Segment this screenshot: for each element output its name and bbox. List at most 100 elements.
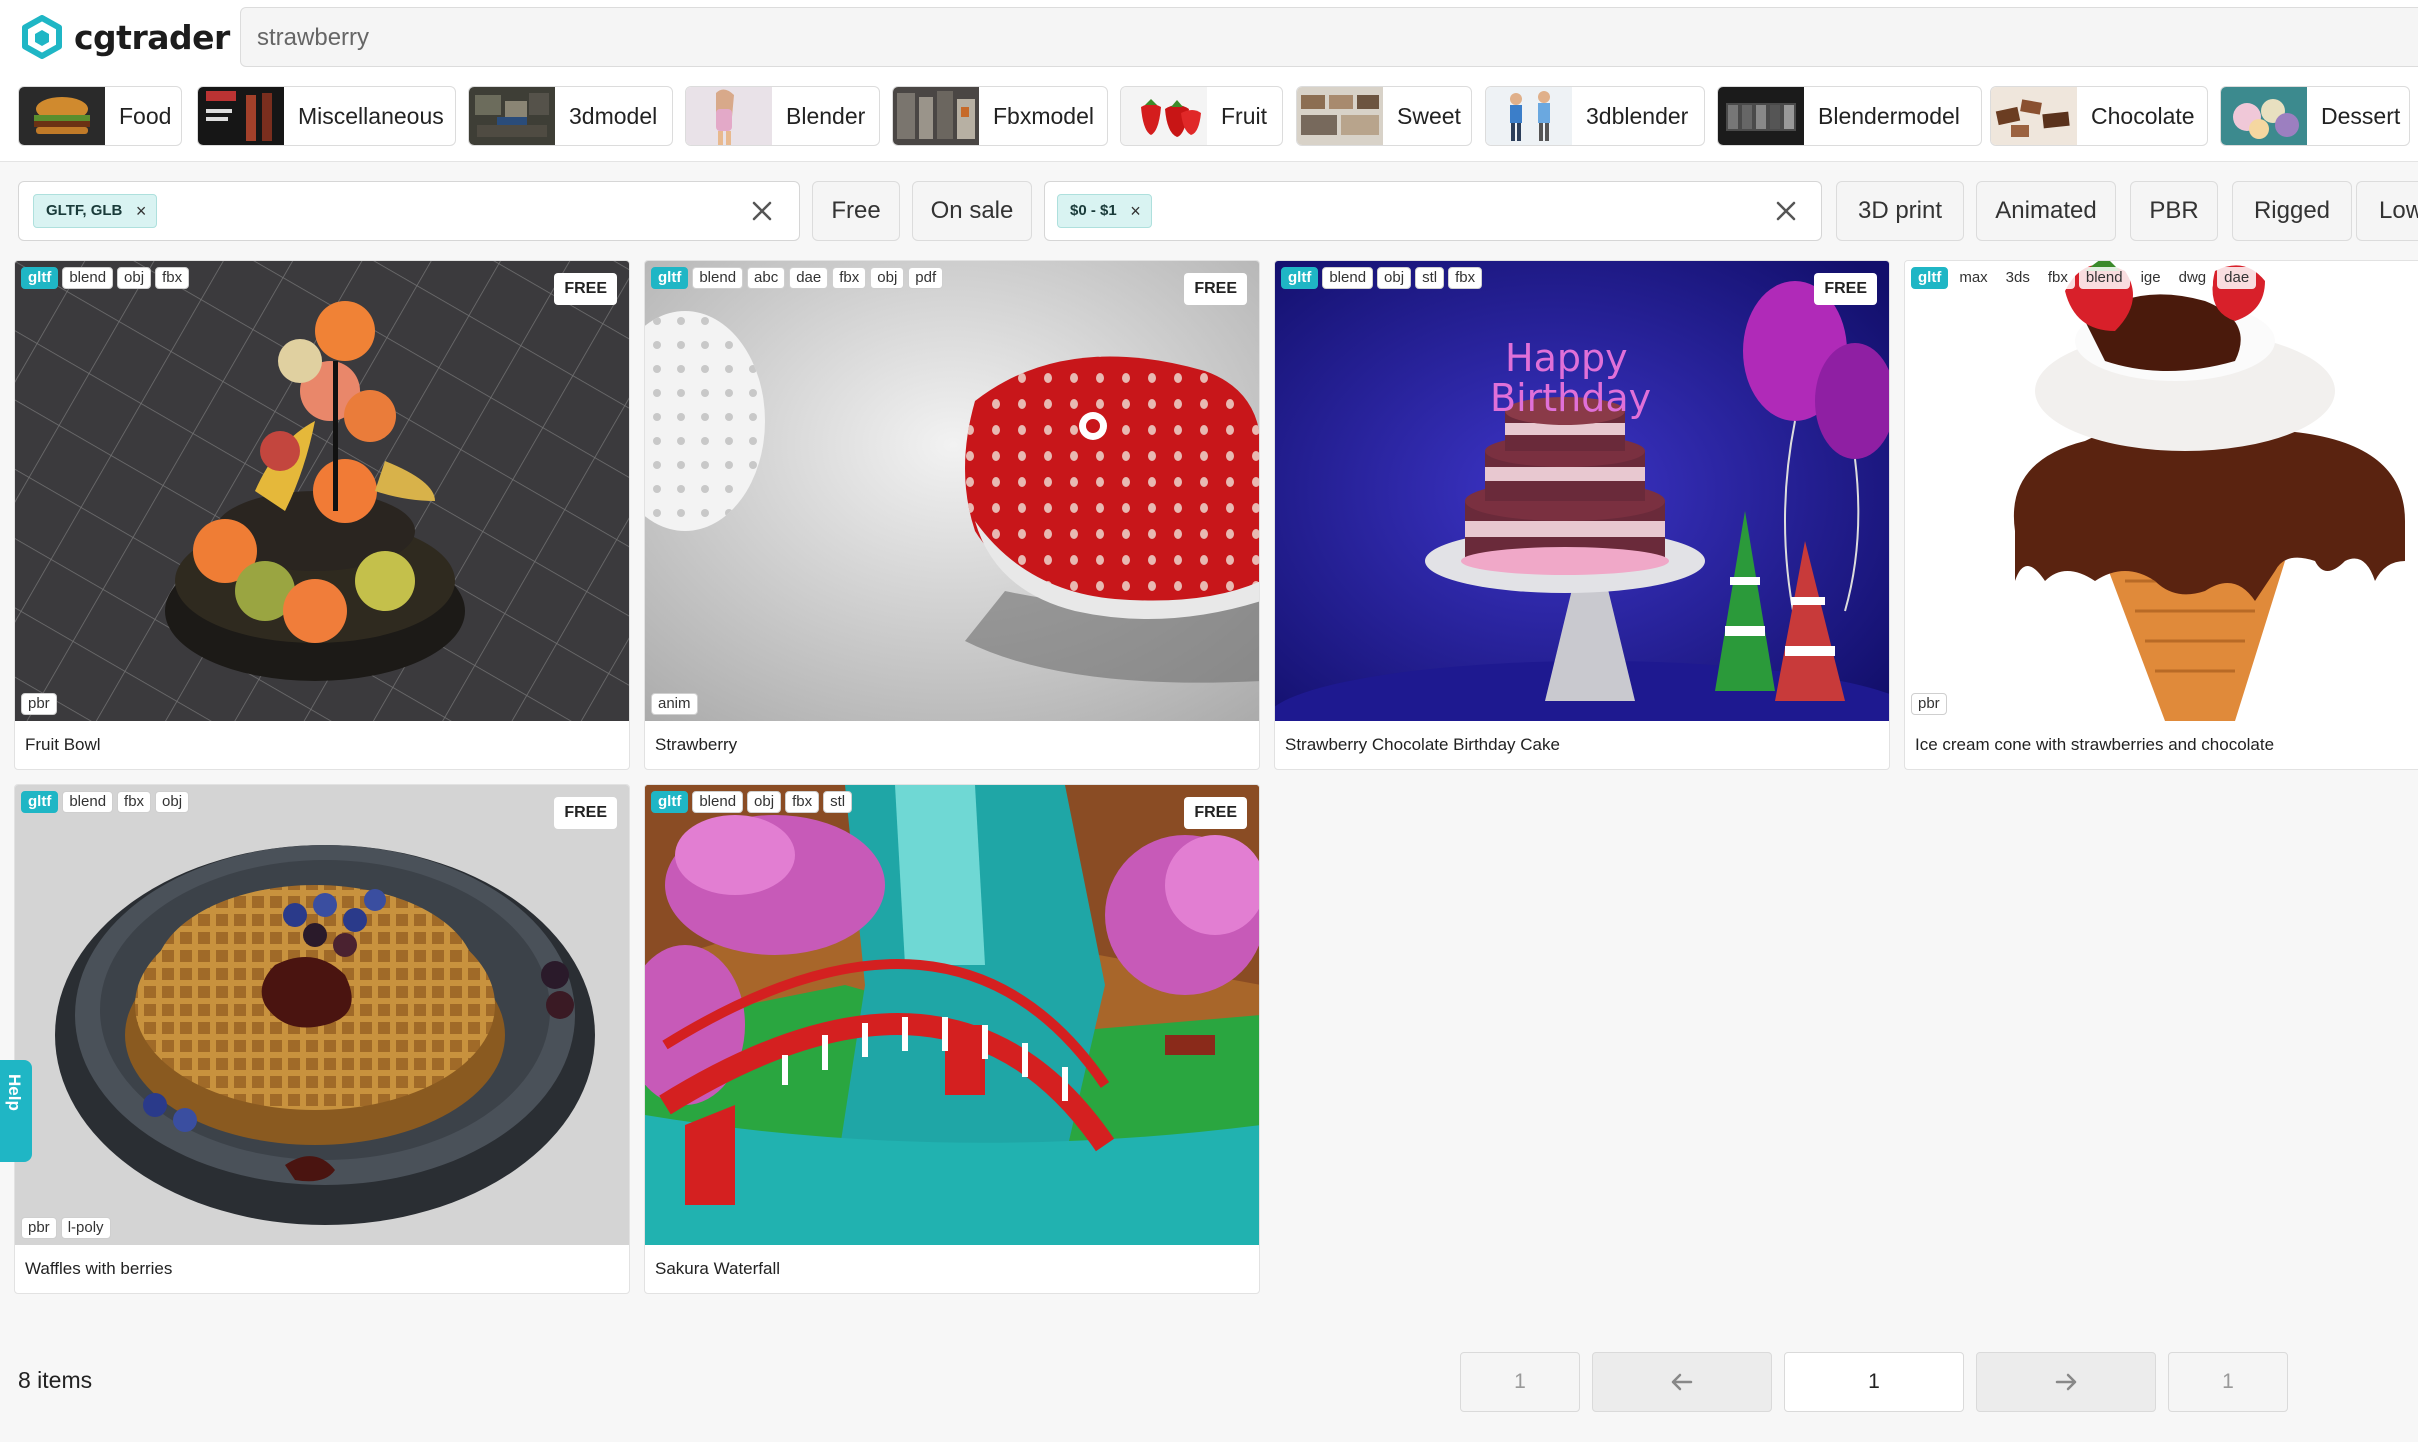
logo-text: cgtrader: [74, 17, 230, 57]
first-page-button[interactable]: 1: [1460, 1352, 1580, 1412]
current-page-input[interactable]: 1: [1784, 1352, 1964, 1412]
format-tag: max: [1952, 267, 1995, 289]
misc-thumbnail: [198, 87, 284, 145]
format-tag: blend: [62, 791, 114, 813]
product-image[interactable]: [1905, 261, 2418, 721]
format-tags: gltf blend abc dae fbx obj pdf: [651, 267, 944, 289]
product-image[interactable]: [645, 261, 1260, 721]
free-filter-button[interactable]: Free: [812, 181, 900, 241]
category-label: Dessert: [2321, 102, 2401, 129]
format-tag: abc: [747, 267, 786, 289]
category-fbxmodel[interactable]: Fbxmodel: [892, 86, 1108, 146]
price-chip[interactable]: $0 - $1 ×: [1057, 194, 1152, 228]
format-tag: dwg: [2171, 267, 2214, 289]
remove-chip-icon[interactable]: ×: [1130, 195, 1141, 227]
clear-format-icon[interactable]: [745, 194, 779, 228]
category-label: Food: [119, 102, 172, 129]
sweet-thumbnail: [1297, 87, 1383, 145]
format-tag: blend: [692, 267, 744, 289]
low-poly-filter-button[interactable]: Low: [2356, 181, 2418, 241]
product-card[interactable]: gltf blend obj fbx stl FREE Sakura Water…: [644, 784, 1260, 1294]
price-chip-label: $0 - $1: [1070, 202, 1117, 219]
product-title[interactable]: Strawberry Chocolate Birthday Cake: [1285, 735, 1560, 755]
format-tag: fbx: [2040, 267, 2075, 289]
3d-print-filter-button[interactable]: 3D print: [1836, 181, 1964, 241]
product-image[interactable]: [15, 785, 630, 1245]
feature-tag: anim: [651, 693, 698, 715]
category-label: Fbxmodel: [993, 102, 1094, 129]
next-page-button[interactable]: [1976, 1352, 2156, 1412]
format-tag: gltf: [21, 267, 59, 289]
arrow-left-icon: [1671, 1373, 1693, 1391]
category-label: Blender: [786, 102, 866, 129]
animated-filter-button[interactable]: Animated: [1976, 181, 2116, 241]
format-tag: obj: [155, 791, 190, 813]
product-title[interactable]: Fruit Bowl: [25, 735, 101, 755]
on-sale-filter-button[interactable]: On sale: [912, 181, 1032, 241]
last-page-button[interactable]: 1: [2168, 1352, 2288, 1412]
search-input[interactable]: strawberry: [240, 7, 2418, 67]
pbr-filter-button[interactable]: PBR: [2130, 181, 2218, 241]
product-image[interactable]: [645, 785, 1260, 1245]
format-tag: obj: [870, 267, 905, 289]
items-count: 8 items: [18, 1367, 93, 1393]
blendermodel-thumbnail: [1718, 87, 1804, 145]
product-title[interactable]: Strawberry: [655, 735, 737, 755]
rigged-filter-button[interactable]: Rigged: [2232, 181, 2352, 241]
category-blendermodel[interactable]: Blendermodel: [1717, 86, 1982, 146]
format-tag: obj: [1377, 267, 1412, 289]
fbxmodel-thumbnail: [893, 87, 979, 145]
category-fruit[interactable]: Fruit: [1120, 86, 1283, 146]
category-miscellaneous[interactable]: Miscellaneous: [197, 86, 456, 146]
product-title[interactable]: Waffles with berries: [25, 1259, 172, 1279]
format-tag: fbx: [155, 267, 190, 289]
feature-tags: anim: [651, 693, 698, 715]
category-food[interactable]: Food: [18, 86, 182, 146]
remove-chip-icon[interactable]: ×: [136, 195, 147, 227]
category-label: Sweet: [1397, 102, 1461, 129]
free-badge: FREE: [1184, 797, 1247, 829]
category-label: Blendermodel: [1818, 102, 1960, 129]
category-label: 3dblender: [1586, 102, 1689, 129]
free-badge: FREE: [1184, 273, 1247, 305]
category-3dmodel[interactable]: 3dmodel: [468, 86, 673, 146]
product-card[interactable]: gltf blend fbx obj FREE pbr l-poly Waffl…: [14, 784, 630, 1294]
format-filter[interactable]: GLTF, GLB ×: [18, 181, 800, 241]
format-tag: obj: [747, 791, 782, 813]
product-card[interactable]: gltf max 3ds fbx blend ige dwg dae pbr I…: [1904, 260, 2418, 770]
product-title[interactable]: Sakura Waterfall: [655, 1259, 780, 1279]
feature-tags: pbr: [21, 693, 57, 715]
prev-page-button[interactable]: [1592, 1352, 1772, 1412]
category-3dblender[interactable]: 3dblender: [1485, 86, 1705, 146]
format-tag: dae: [789, 267, 829, 289]
format-tag: blend: [1322, 267, 1374, 289]
product-image[interactable]: [15, 261, 630, 721]
category-dessert[interactable]: Dessert: [2220, 86, 2410, 146]
logo[interactable]: cgtrader: [20, 15, 230, 59]
format-tag: obj: [117, 267, 152, 289]
format-tag: stl: [823, 791, 853, 813]
format-tag: gltf: [21, 791, 59, 813]
format-tags: gltf blend obj fbx stl: [651, 791, 853, 813]
product-card[interactable]: gltf blend obj fbx FREE pbr Fruit Bowl: [14, 260, 630, 770]
product-title[interactable]: Ice cream cone with strawberries and cho…: [1915, 735, 2274, 755]
product-card[interactable]: Happy Birthday gltf blend obj stl fbx FR…: [1274, 260, 1890, 770]
category-chocolate[interactable]: Chocolate: [1990, 86, 2208, 146]
product-card[interactable]: gltf blend abc dae fbx obj pdf FREE anim…: [644, 260, 1260, 770]
format-tag: ige: [2133, 267, 2168, 289]
format-tag: pdf: [908, 267, 944, 289]
category-blender[interactable]: Blender: [685, 86, 880, 146]
product-image[interactable]: Happy Birthday: [1275, 261, 1890, 721]
clear-price-icon[interactable]: [1769, 194, 1803, 228]
price-filter[interactable]: $0 - $1 ×: [1044, 181, 1822, 241]
format-chip[interactable]: GLTF, GLB ×: [33, 194, 158, 228]
feature-tag: l-poly: [60, 1217, 111, 1239]
cgtrader-logo-icon: [22, 15, 62, 59]
feature-tags: pbr: [1911, 693, 1947, 715]
feature-tag: pbr: [1911, 693, 1947, 715]
category-sweet[interactable]: Sweet: [1296, 86, 1472, 146]
format-chip-label: GLTF, GLB: [46, 202, 123, 219]
format-tag: fbx: [1448, 267, 1483, 289]
arrow-right-icon: [2055, 1373, 2077, 1391]
help-tab[interactable]: Help: [0, 1060, 32, 1162]
